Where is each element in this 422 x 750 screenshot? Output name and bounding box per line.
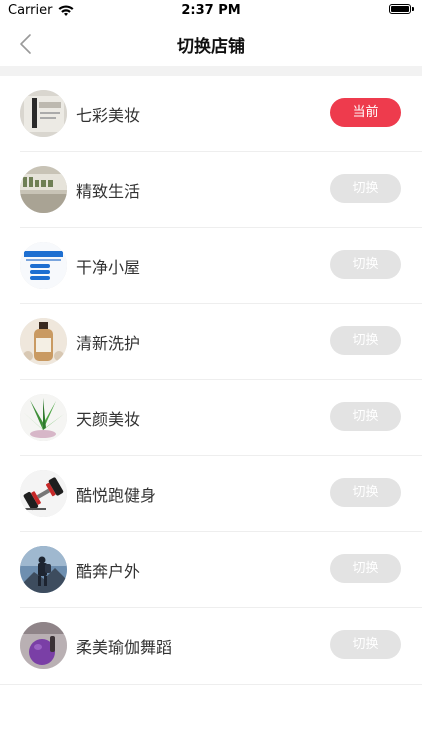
store-row[interactable]: 天颜美妆 切换 <box>20 380 422 456</box>
office-sign-thumbnail-icon <box>20 166 67 213</box>
disinfectant-poster-thumbnail-icon <box>20 242 67 289</box>
current-store-button[interactable]: 当前 <box>330 98 401 127</box>
status-bar: Carrier 2:37 PM <box>0 0 422 22</box>
header-divider <box>0 66 422 76</box>
store-name: 干净小屋 <box>76 258 141 277</box>
switch-store-button[interactable]: 切换 <box>330 326 401 355</box>
page-title: 切换店铺 <box>177 37 245 57</box>
store-name: 柔美瑜伽舞蹈 <box>76 638 173 657</box>
yoga-ball-thumbnail-icon <box>20 622 67 669</box>
aloe-plant-thumbnail-icon <box>20 394 67 441</box>
switch-store-button[interactable]: 切换 <box>330 630 401 659</box>
store-row[interactable]: 七彩美妆 当前 <box>20 76 422 152</box>
store-row[interactable]: 柔美瑜伽舞蹈 切换 <box>20 608 422 684</box>
switch-store-button[interactable]: 切换 <box>330 402 401 431</box>
nav-bar: 切换店铺 <box>0 22 422 66</box>
office-product-thumbnail-icon <box>20 90 67 137</box>
dumbbell-thumbnail-icon <box>20 470 67 517</box>
store-row[interactable]: 酷奔户外 切换 <box>20 532 422 608</box>
store-row[interactable]: 干净小屋 切换 <box>20 228 422 304</box>
switch-store-button[interactable]: 切换 <box>330 174 401 203</box>
battery-icon <box>389 4 411 14</box>
store-row[interactable]: 酷悦跑健身 切换 <box>20 456 422 532</box>
status-right <box>389 4 414 14</box>
switch-store-button[interactable]: 切换 <box>330 250 401 279</box>
store-name: 清新洗护 <box>76 334 141 353</box>
store-name: 酷奔户外 <box>76 562 141 581</box>
status-time: 2:37 PM <box>181 3 241 18</box>
store-name: 天颜美妆 <box>76 410 141 429</box>
screen: Carrier 2:37 PM 切换店铺 七彩美妆 当前 精致生活 切换 干净小… <box>0 0 422 750</box>
store-list: 七彩美妆 当前 精致生活 切换 干净小屋 切换 清新洗护 切换 天颜美妆 切换 … <box>0 76 422 684</box>
store-row[interactable]: 清新洗护 切换 <box>20 304 422 380</box>
battery-cap <box>412 7 414 11</box>
hiker-thumbnail-icon <box>20 546 67 593</box>
store-name: 七彩美妆 <box>76 106 141 125</box>
store-name: 精致生活 <box>76 182 141 201</box>
switch-store-button[interactable]: 切换 <box>330 478 401 507</box>
shampoo-bottle-thumbnail-icon <box>20 318 67 365</box>
store-row[interactable]: 精致生活 切换 <box>20 152 422 228</box>
switch-store-button[interactable]: 切换 <box>330 554 401 583</box>
list-bottom-divider <box>0 684 422 685</box>
store-name: 酷悦跑健身 <box>76 486 157 505</box>
